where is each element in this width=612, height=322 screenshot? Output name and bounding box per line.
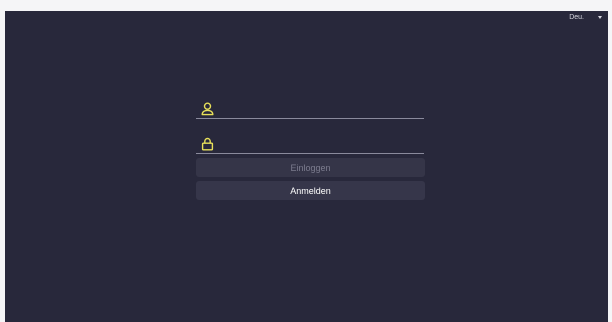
user-icon xyxy=(201,102,214,116)
language-selector[interactable]: Deu. xyxy=(569,14,602,21)
username-field[interactable] xyxy=(196,102,424,119)
login-button-label: Einloggen xyxy=(290,162,331,173)
register-button-label: Anmelden xyxy=(290,185,331,196)
app-window: Deu. Einloggen Anmelden xyxy=(5,11,608,322)
password-input[interactable] xyxy=(220,137,420,151)
caret-down-icon xyxy=(598,16,602,19)
lock-icon xyxy=(201,137,214,151)
login-button[interactable]: Einloggen xyxy=(196,158,425,177)
register-button[interactable]: Anmelden xyxy=(196,181,425,200)
language-label: Deu. xyxy=(569,14,584,21)
username-input[interactable] xyxy=(220,102,420,116)
password-field[interactable] xyxy=(196,137,424,154)
